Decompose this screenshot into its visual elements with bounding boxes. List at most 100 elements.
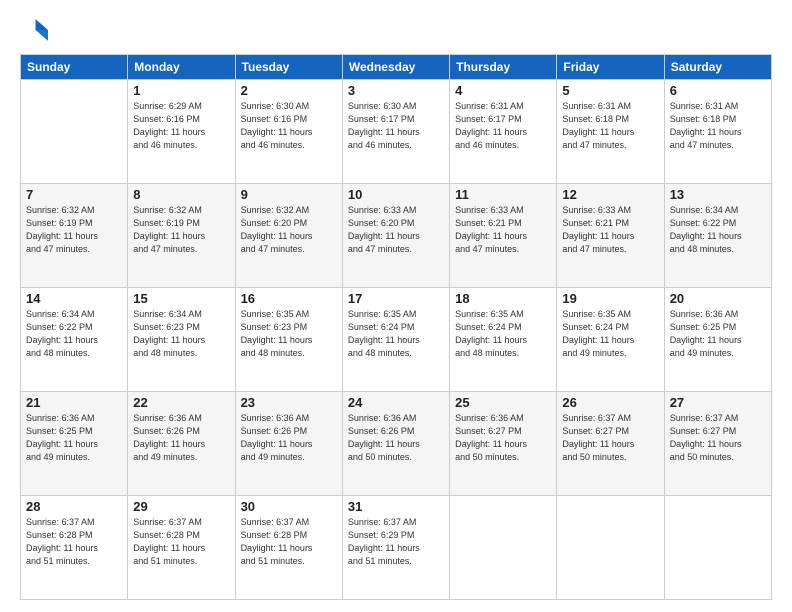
weekday-header-monday: Monday (128, 55, 235, 80)
day-number: 10 (348, 187, 444, 202)
day-info: Sunrise: 6:31 AMSunset: 6:18 PMDaylight:… (670, 100, 766, 152)
day-cell (557, 496, 664, 600)
day-cell: 24Sunrise: 6:36 AMSunset: 6:26 PMDayligh… (342, 392, 449, 496)
day-number: 14 (26, 291, 122, 306)
day-info: Sunrise: 6:31 AMSunset: 6:17 PMDaylight:… (455, 100, 551, 152)
day-info: Sunrise: 6:33 AMSunset: 6:21 PMDaylight:… (562, 204, 658, 256)
day-cell: 15 Sunrise: 6:34 AMSunset: 6:23 PMDayligh… (128, 288, 235, 392)
day-number: 21 (26, 395, 122, 410)
day-cell: 23 Sunrise: 6:36 AMSunset: 6:26 PMDayligh… (235, 392, 342, 496)
week-row-4: 28 Sunrise: 6:37 AMSunset: 6:28 PMDayligh… (21, 496, 772, 600)
day-number: 4 (455, 83, 551, 98)
calendar: SundayMondayTuesdayWednesdayThursdayFrid… (20, 54, 772, 600)
logo (20, 16, 52, 44)
day-info: Sunrise: 6:37 AMSunset: 6:28 PMDaylight:… (241, 516, 337, 568)
day-info: Sunrise: 6:30 AMSunset: 6:17 PMDaylight:… (348, 100, 444, 152)
day-cell: 21Sunrise: 6:36 AMSunset: 6:25 PMDayligh… (21, 392, 128, 496)
weekday-header-thursday: Thursday (450, 55, 557, 80)
day-cell: 22Sunrise: 6:36 AMSunset: 6:26 PMDayligh… (128, 392, 235, 496)
day-cell: 17Sunrise: 6:35 AMSunset: 6:24 PMDayligh… (342, 288, 449, 392)
day-number: 5 (562, 83, 658, 98)
day-info: Sunrise: 6:32 AMSunset: 6:19 PMDaylight:… (133, 204, 229, 256)
day-number: 2 (241, 83, 337, 98)
day-cell: 27 Sunrise: 6:37 AMSunset: 6:27 PMDayligh… (664, 392, 771, 496)
day-number: 11 (455, 187, 551, 202)
day-cell: 8 Sunrise: 6:32 AMSunset: 6:19 PMDaylight… (128, 184, 235, 288)
weekday-header-sunday: Sunday (21, 55, 128, 80)
day-info: Sunrise: 6:36 AMSunset: 6:27 PMDaylight:… (455, 412, 551, 464)
day-number: 29 (133, 499, 229, 514)
day-number: 15 (133, 291, 229, 306)
day-number: 6 (670, 83, 766, 98)
day-info: Sunrise: 6:29 AMSunset: 6:16 PMDaylight:… (133, 100, 229, 152)
day-cell: 25Sunrise: 6:36 AMSunset: 6:27 PMDayligh… (450, 392, 557, 496)
day-cell: 6 Sunrise: 6:31 AMSunset: 6:18 PMDaylight… (664, 80, 771, 184)
weekday-header-tuesday: Tuesday (235, 55, 342, 80)
day-number: 23 (241, 395, 337, 410)
day-info: Sunrise: 6:36 AMSunset: 6:26 PMDaylight:… (241, 412, 337, 464)
day-number: 17 (348, 291, 444, 306)
day-number: 3 (348, 83, 444, 98)
day-number: 12 (562, 187, 658, 202)
day-info: Sunrise: 6:36 AMSunset: 6:25 PMDaylight:… (670, 308, 766, 360)
day-info: Sunrise: 6:33 AMSunset: 6:20 PMDaylight:… (348, 204, 444, 256)
week-row-2: 14 Sunrise: 6:34 AMSunset: 6:22 PMDayligh… (21, 288, 772, 392)
day-number: 16 (241, 291, 337, 306)
day-cell (664, 496, 771, 600)
day-info: Sunrise: 6:37 AMSunset: 6:28 PMDaylight:… (26, 516, 122, 568)
day-info: Sunrise: 6:34 AMSunset: 6:23 PMDaylight:… (133, 308, 229, 360)
day-number: 30 (241, 499, 337, 514)
day-cell: 10 Sunrise: 6:33 AMSunset: 6:20 PMDayligh… (342, 184, 449, 288)
day-cell: 16 Sunrise: 6:35 AMSunset: 6:23 PMDayligh… (235, 288, 342, 392)
day-cell: 29 Sunrise: 6:37 AMSunset: 6:28 PMDayligh… (128, 496, 235, 600)
day-number: 1 (133, 83, 229, 98)
day-cell: 28 Sunrise: 6:37 AMSunset: 6:28 PMDayligh… (21, 496, 128, 600)
day-cell: 5Sunrise: 6:31 AMSunset: 6:18 PMDaylight… (557, 80, 664, 184)
day-number: 28 (26, 499, 122, 514)
day-info: Sunrise: 6:37 AMSunset: 6:29 PMDaylight:… (348, 516, 444, 568)
day-cell: 31 Sunrise: 6:37 AMSunset: 6:29 PMDayligh… (342, 496, 449, 600)
day-number: 18 (455, 291, 551, 306)
week-row-3: 21Sunrise: 6:36 AMSunset: 6:25 PMDayligh… (21, 392, 772, 496)
day-cell: 13 Sunrise: 6:34 AMSunset: 6:22 PMDayligh… (664, 184, 771, 288)
day-info: Sunrise: 6:36 AMSunset: 6:26 PMDaylight:… (348, 412, 444, 464)
day-cell: 9 Sunrise: 6:32 AMSunset: 6:20 PMDaylight… (235, 184, 342, 288)
day-info: Sunrise: 6:37 AMSunset: 6:27 PMDaylight:… (562, 412, 658, 464)
day-number: 27 (670, 395, 766, 410)
day-info: Sunrise: 6:37 AMSunset: 6:28 PMDaylight:… (133, 516, 229, 568)
day-cell: 12 Sunrise: 6:33 AMSunset: 6:21 PMDayligh… (557, 184, 664, 288)
day-cell: 1 Sunrise: 6:29 AMSunset: 6:16 PMDaylight… (128, 80, 235, 184)
day-info: Sunrise: 6:35 AMSunset: 6:24 PMDaylight:… (455, 308, 551, 360)
week-row-1: 7 Sunrise: 6:32 AMSunset: 6:19 PMDaylight… (21, 184, 772, 288)
day-number: 8 (133, 187, 229, 202)
weekday-header-row: SundayMondayTuesdayWednesdayThursdayFrid… (21, 55, 772, 80)
day-info: Sunrise: 6:34 AMSunset: 6:22 PMDaylight:… (670, 204, 766, 256)
week-row-0: 1 Sunrise: 6:29 AMSunset: 6:16 PMDaylight… (21, 80, 772, 184)
day-number: 9 (241, 187, 337, 202)
day-cell: 7 Sunrise: 6:32 AMSunset: 6:19 PMDaylight… (21, 184, 128, 288)
day-cell: 19Sunrise: 6:35 AMSunset: 6:24 PMDayligh… (557, 288, 664, 392)
day-info: Sunrise: 6:32 AMSunset: 6:20 PMDaylight:… (241, 204, 337, 256)
day-number: 7 (26, 187, 122, 202)
weekday-header-friday: Friday (557, 55, 664, 80)
day-cell: 26 Sunrise: 6:37 AMSunset: 6:27 PMDayligh… (557, 392, 664, 496)
day-cell: 14 Sunrise: 6:34 AMSunset: 6:22 PMDayligh… (21, 288, 128, 392)
day-cell: 30 Sunrise: 6:37 AMSunset: 6:28 PMDayligh… (235, 496, 342, 600)
day-info: Sunrise: 6:35 AMSunset: 6:23 PMDaylight:… (241, 308, 337, 360)
day-number: 31 (348, 499, 444, 514)
day-info: Sunrise: 6:30 AMSunset: 6:16 PMDaylight:… (241, 100, 337, 152)
day-info: Sunrise: 6:37 AMSunset: 6:27 PMDaylight:… (670, 412, 766, 464)
header (20, 16, 772, 44)
day-cell: 2 Sunrise: 6:30 AMSunset: 6:16 PMDaylight… (235, 80, 342, 184)
day-number: 26 (562, 395, 658, 410)
page: SundayMondayTuesdayWednesdayThursdayFrid… (0, 0, 792, 612)
logo-icon (20, 16, 48, 44)
day-info: Sunrise: 6:34 AMSunset: 6:22 PMDaylight:… (26, 308, 122, 360)
day-cell (450, 496, 557, 600)
day-cell (21, 80, 128, 184)
day-cell: 3 Sunrise: 6:30 AMSunset: 6:17 PMDaylight… (342, 80, 449, 184)
day-number: 13 (670, 187, 766, 202)
day-info: Sunrise: 6:33 AMSunset: 6:21 PMDaylight:… (455, 204, 551, 256)
day-info: Sunrise: 6:32 AMSunset: 6:19 PMDaylight:… (26, 204, 122, 256)
day-number: 19 (562, 291, 658, 306)
